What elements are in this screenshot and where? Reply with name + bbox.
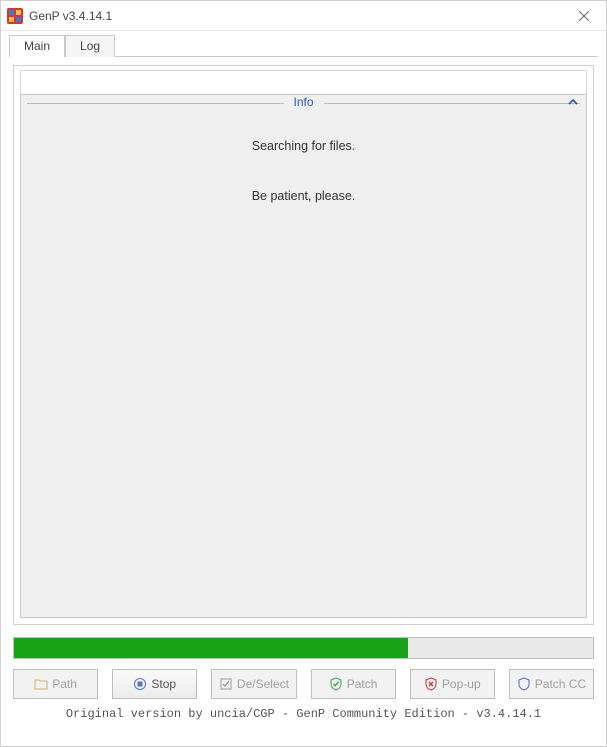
info-line-1: Searching for files. bbox=[21, 139, 586, 153]
tab-log[interactable]: Log bbox=[65, 35, 115, 57]
close-icon bbox=[579, 11, 589, 21]
progress-fill bbox=[14, 638, 408, 658]
shield-check-icon bbox=[329, 677, 343, 691]
button-row: Path Stop De/Select Patch Pop-up Patch C… bbox=[1, 659, 606, 699]
main-panel: Info Searching for files. Be patient, pl… bbox=[13, 65, 594, 625]
button-label: De/Select bbox=[237, 677, 289, 691]
button-label: Path bbox=[52, 677, 77, 691]
stop-icon bbox=[133, 677, 147, 691]
content-area: Info Searching for files. Be patient, pl… bbox=[1, 57, 606, 625]
patch-cc-button: Patch CC bbox=[509, 669, 594, 699]
shield-x-icon bbox=[424, 677, 438, 691]
tab-strip: Main Log bbox=[1, 31, 606, 57]
patch-button: Patch bbox=[311, 669, 396, 699]
info-collapse-button[interactable] bbox=[568, 96, 578, 110]
stop-button[interactable]: Stop bbox=[112, 669, 197, 699]
button-label: Patch bbox=[347, 677, 378, 691]
info-body: Searching for files. Be patient, please. bbox=[21, 95, 586, 203]
deselect-button: De/Select bbox=[211, 669, 296, 699]
tab-label: Log bbox=[80, 39, 100, 53]
info-line-2: Be patient, please. bbox=[21, 189, 586, 203]
close-button[interactable] bbox=[562, 1, 606, 31]
footer-text: Original version by uncia/CGP - GenP Com… bbox=[1, 699, 606, 721]
path-button: Path bbox=[13, 669, 98, 699]
button-label: Stop bbox=[151, 677, 176, 691]
info-caption: Info bbox=[283, 95, 323, 109]
info-groupbox: Info Searching for files. Be patient, pl… bbox=[20, 94, 587, 618]
app-icon bbox=[7, 8, 23, 24]
folder-icon bbox=[34, 677, 48, 691]
button-label: Patch CC bbox=[535, 677, 586, 691]
chevron-up-icon bbox=[568, 97, 578, 107]
popup-button: Pop-up bbox=[410, 669, 495, 699]
progress-bar bbox=[13, 637, 594, 659]
checkbox-icon bbox=[219, 677, 233, 691]
shield-icon bbox=[517, 677, 531, 691]
tab-main[interactable]: Main bbox=[9, 35, 65, 57]
titlebar: GenP v3.4.14.1 bbox=[1, 1, 606, 31]
tab-label: Main bbox=[24, 39, 50, 53]
window-title: GenP v3.4.14.1 bbox=[29, 9, 562, 23]
button-label: Pop-up bbox=[442, 677, 481, 691]
